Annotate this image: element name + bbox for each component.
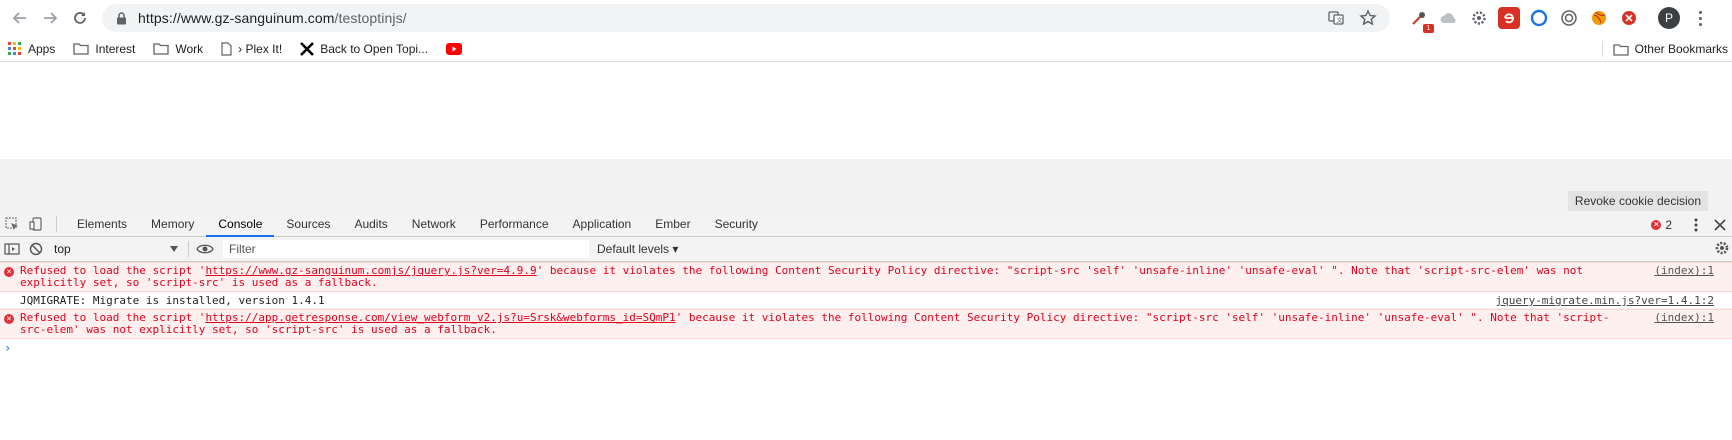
eyedropper-extension-icon[interactable]: 1 xyxy=(1408,7,1434,33)
console-error-message: ✕ Refused to load the script 'https://ww… xyxy=(0,262,1732,292)
console-toolbar: top Default levels ▾ xyxy=(0,237,1732,262)
message-text: JQMIGRATE: Migrate is installed, version… xyxy=(20,294,325,307)
profile-avatar[interactable]: P xyxy=(1658,7,1680,29)
console-filter-input[interactable] xyxy=(223,240,589,258)
url-host: https://www.gz-sanguinum.com xyxy=(138,10,335,26)
translate-icon[interactable]: 文 xyxy=(1324,6,1348,30)
message-source-link[interactable]: (index):1 xyxy=(1654,265,1714,277)
bookmark-plex-it[interactable]: › Plex It! xyxy=(221,42,282,56)
cloud-extension-icon[interactable] xyxy=(1438,7,1460,29)
console-settings-gear-icon[interactable] xyxy=(1714,240,1730,259)
bookmark-interest[interactable]: Interest xyxy=(73,42,135,56)
bookmark-label: Interest xyxy=(95,41,136,56)
back-button[interactable] xyxy=(6,4,34,32)
arrow-right-icon xyxy=(44,12,58,24)
other-bookmarks[interactable]: Other Bookmarks xyxy=(1601,36,1728,62)
reload-icon xyxy=(74,12,86,24)
error-count: 2 xyxy=(1665,217,1672,232)
red-e-extension-icon[interactable] xyxy=(1498,7,1520,29)
revoke-cookie-button[interactable]: Revoke cookie decision xyxy=(1567,191,1708,211)
folder-icon xyxy=(73,42,90,55)
error-counter[interactable]: ✕ 2 xyxy=(1651,218,1672,232)
close-devtools-icon[interactable] xyxy=(1708,213,1732,237)
swirl-extension-icon[interactable] xyxy=(1558,7,1580,29)
address-bar[interactable]: https://www.gz-sanguinum.com/testoptinjs… xyxy=(102,4,1390,32)
error-icon: ✕ xyxy=(4,314,14,324)
chrome-menu-icon[interactable] xyxy=(1690,6,1710,30)
folder-icon xyxy=(153,42,170,55)
tab-audits[interactable]: Audits xyxy=(342,212,399,237)
bookmark-work[interactable]: Work xyxy=(153,42,203,56)
devtools-menu-icon[interactable] xyxy=(1684,213,1708,237)
error-icon: ✕ xyxy=(4,267,14,277)
clear-console-icon[interactable] xyxy=(24,237,48,261)
bookmark-label: Back to Open Topi... xyxy=(320,41,429,56)
divider xyxy=(188,241,189,257)
divider xyxy=(56,216,57,232)
error-icon: ✕ xyxy=(1651,219,1662,230)
divider xyxy=(1601,41,1603,57)
message-text: Refused to load the script 'https://www.… xyxy=(20,265,1712,289)
extension-badge: 1 xyxy=(1423,24,1434,33)
devtools-tabbar: Elements Memory Console Sources Audits N… xyxy=(0,212,1732,237)
tab-security[interactable]: Security xyxy=(703,212,770,237)
page-footer-area: Revoke cookie decision xyxy=(0,159,1732,212)
arrow-left-icon xyxy=(12,12,26,24)
extensions-area: 1 P xyxy=(1404,6,1710,33)
tab-sources[interactable]: Sources xyxy=(274,212,342,237)
bookmark-label: Apps xyxy=(28,41,56,56)
other-bookmarks-label: Other Bookmarks xyxy=(1634,42,1728,56)
red-stop-extension-icon[interactable] xyxy=(1618,7,1640,29)
x-logo-icon xyxy=(300,41,315,56)
bookmark-apps[interactable]: Apps xyxy=(8,41,56,56)
console-error-message: ✕ Refused to load the script 'https://ap… xyxy=(0,309,1732,339)
youtube-icon xyxy=(446,42,463,55)
page-content xyxy=(0,62,1732,159)
forward-button[interactable] xyxy=(36,4,64,32)
bookmark-label: › Plex It! xyxy=(238,41,283,56)
context-selector[interactable]: top xyxy=(48,239,184,259)
folder-icon xyxy=(1612,43,1629,56)
console-log-message: JQMIGRATE: Migrate is installed, version… xyxy=(0,292,1732,309)
inspect-element-icon[interactable] xyxy=(0,212,24,236)
page-icon xyxy=(221,41,232,56)
tab-ember[interactable]: Ember xyxy=(643,212,702,237)
message-source-link[interactable]: (index):1 xyxy=(1654,312,1714,324)
tab-performance[interactable]: Performance xyxy=(468,212,561,237)
orange-ball-extension-icon[interactable] xyxy=(1588,7,1610,29)
apps-grid-icon xyxy=(8,41,22,56)
tab-memory[interactable]: Memory xyxy=(139,212,206,237)
tab-elements[interactable]: Elements xyxy=(65,212,139,237)
url-path: /testoptinjs/ xyxy=(334,10,407,26)
console-sidebar-icon[interactable] xyxy=(0,237,24,261)
device-toolbar-icon[interactable] xyxy=(24,212,48,236)
log-levels-dropdown[interactable]: Default levels ▾ xyxy=(597,242,678,256)
blue-circle-extension-icon[interactable] xyxy=(1528,7,1550,29)
live-expression-eye-icon[interactable] xyxy=(193,237,217,261)
bookmark-open-topic[interactable]: Back to Open Topi... xyxy=(300,42,428,56)
message-text: Refused to load the script 'https://app.… xyxy=(20,312,1712,336)
tab-application[interactable]: Application xyxy=(561,212,644,237)
svg-text:文: 文 xyxy=(1337,17,1343,25)
reload-button[interactable] xyxy=(66,4,94,32)
context-value: top xyxy=(54,242,71,256)
lock-icon xyxy=(112,9,130,27)
star-bookmark-icon[interactable] xyxy=(1356,6,1380,30)
gear-extension-icon[interactable] xyxy=(1468,7,1490,29)
dropdown-arrow-icon xyxy=(170,246,178,252)
bookmark-label: Work xyxy=(175,41,204,56)
console-prompt[interactable]: › xyxy=(0,339,1732,361)
message-source-link[interactable]: jquery-migrate.min.js?ver=1.4.1:2 xyxy=(1495,294,1714,307)
url-text: https://www.gz-sanguinum.com/testoptinjs… xyxy=(138,10,1316,26)
bookmarks-bar: Apps Interest Work › Plex It! Back to Op… xyxy=(0,36,1732,62)
browser-toolbar: https://www.gz-sanguinum.com/testoptinjs… xyxy=(0,0,1732,36)
tab-console[interactable]: Console xyxy=(206,212,275,237)
tab-network[interactable]: Network xyxy=(400,212,468,237)
devtools-right-controls: ✕ 2 xyxy=(1651,212,1732,237)
bookmark-youtube[interactable] xyxy=(446,42,468,55)
